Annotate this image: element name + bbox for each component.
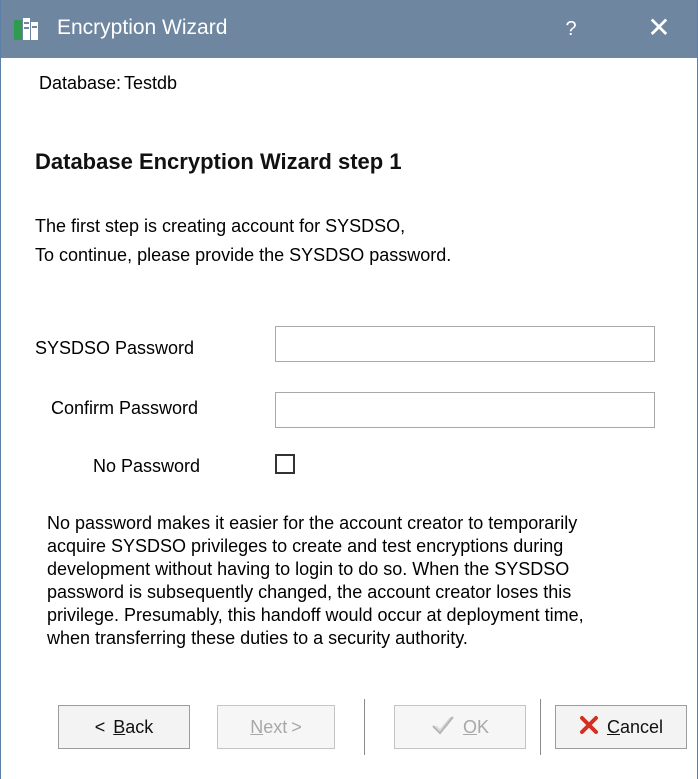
confirm-password-label: Confirm Password <box>51 398 199 418</box>
sysdso-password-input[interactable] <box>275 326 655 362</box>
wizard-content: Database: Testdb Database Encryption Wiz… <box>1 58 697 779</box>
button-divider <box>364 699 365 755</box>
database-label: Database: <box>39 73 122 93</box>
back-button[interactable]: < Back <box>58 705 190 749</box>
confirm-password-input[interactable] <box>275 392 655 428</box>
no-password-label: No Password <box>93 456 201 476</box>
checkmark-icon <box>431 714 455 741</box>
red-x-icon <box>579 715 599 740</box>
window-title: Encryption Wizard <box>57 16 228 39</box>
note-line: when transferring these duties to a secu… <box>47 628 468 648</box>
back-mnemonic: B <box>113 716 126 737</box>
cancel-button[interactable]: Cancel <box>555 705 687 749</box>
next-label-rest: ext <box>263 716 288 737</box>
note-line: development without having to login to d… <box>47 559 570 579</box>
intro-line-2: To continue, please provide the SYSDSO p… <box>35 245 452 265</box>
next-mnemonic: N <box>250 716 264 737</box>
next-button[interactable]: Next > <box>217 705 335 749</box>
encryption-wizard-window: Encryption Wizard ? ✕ Database: Testdb D… <box>0 0 698 779</box>
no-password-note: No password makes it easier for the acco… <box>47 512 687 650</box>
intro-line-1: The first step is creating account for S… <box>35 216 406 236</box>
no-password-checkbox[interactable] <box>275 454 295 474</box>
database-name: Testdb <box>124 73 178 93</box>
cancel-label-rest: ancel <box>619 716 664 737</box>
ok-button[interactable]: OK <box>394 705 526 749</box>
note-line: privilege. Presumably, this handoff woul… <box>47 605 584 625</box>
help-icon: ? <box>565 18 577 40</box>
step-heading: Database Encryption Wizard step 1 <box>35 149 402 174</box>
next-arrow-icon: > <box>291 716 302 737</box>
sysdso-password-label: SYSDSO Password <box>35 338 195 358</box>
back-label-rest: ack <box>125 716 154 737</box>
close-button[interactable]: ✕ <box>631 0 687 58</box>
button-divider <box>540 699 541 755</box>
ok-label-rest: K <box>477 716 490 737</box>
close-icon: ✕ <box>647 12 671 43</box>
note-line: No password makes it easier for the acco… <box>47 513 578 533</box>
database-wizard-icon <box>13 16 39 42</box>
note-line: password is subsequently changed, the ac… <box>47 582 572 602</box>
back-arrow-icon: < <box>94 716 106 737</box>
note-line: acquire SYSDSO privileges to create and … <box>47 536 564 556</box>
help-button[interactable]: ? <box>546 0 596 58</box>
title-bar[interactable]: Encryption Wizard ? ✕ <box>1 0 697 58</box>
cancel-mnemonic: C <box>606 716 620 737</box>
ok-mnemonic: O <box>462 716 477 737</box>
